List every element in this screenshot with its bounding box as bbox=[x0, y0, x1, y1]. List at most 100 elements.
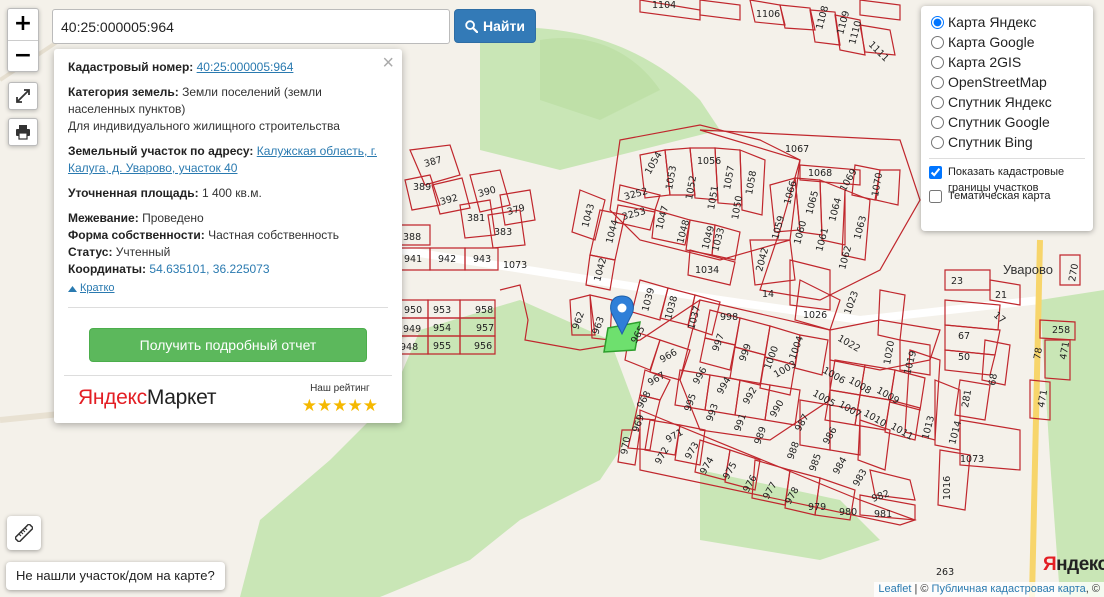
svg-text:955: 955 bbox=[433, 341, 451, 352]
base-layer-list: Карта Яндекс Карта Google Карта 2GIS OpenSt… bbox=[929, 12, 1085, 152]
collapse-link[interactable]: Кратко bbox=[68, 280, 115, 297]
svg-text:23: 23 bbox=[951, 276, 963, 287]
svg-text:68: 68 bbox=[987, 373, 1000, 387]
layer-option[interactable]: Карта 2GIS bbox=[929, 52, 1085, 72]
rating-block: Наш рейтинг ★★★★★ bbox=[302, 380, 378, 415]
layer-radio[interactable] bbox=[931, 95, 944, 109]
svg-text:50: 50 bbox=[958, 352, 970, 363]
svg-text:1073: 1073 bbox=[503, 260, 527, 271]
svg-text:941: 941 bbox=[404, 254, 422, 265]
cadastral-borders-toggle[interactable]: Показать кадастровые границы участков bbox=[929, 164, 1085, 194]
svg-text:388: 388 bbox=[403, 232, 421, 243]
ownership-label: Форма собственности: bbox=[68, 228, 205, 242]
ruler-icon bbox=[15, 524, 33, 542]
pkk-link[interactable]: Публичная кадастровая карта bbox=[932, 583, 1086, 595]
not-found-button[interactable]: Не нашли участок/дом на карте? bbox=[6, 562, 225, 590]
detailed-report-button[interactable]: Получить подробный отчет bbox=[89, 328, 367, 362]
cadastral-label: Кадастровый номер: bbox=[68, 60, 194, 74]
layer-radio[interactable] bbox=[931, 75, 944, 89]
layer-option-label: Карта Google bbox=[948, 34, 1035, 50]
area-value: 1 400 кв.м. bbox=[201, 186, 262, 200]
zoom-control: + − bbox=[7, 8, 39, 72]
layer-radio[interactable] bbox=[931, 135, 944, 149]
zoom-out-button[interactable]: − bbox=[8, 40, 38, 71]
zoom-in-button[interactable]: + bbox=[8, 9, 38, 40]
rating-label: Наш рейтинг bbox=[310, 383, 370, 394]
cadastral-number-link[interactable]: 40:25:000005:964 bbox=[197, 60, 294, 74]
status-label: Статус: bbox=[68, 245, 113, 259]
svg-text:258: 258 bbox=[1052, 325, 1070, 336]
coords-value: 54.635101, 36.225073 bbox=[149, 262, 270, 276]
fullscreen-button[interactable] bbox=[8, 82, 38, 110]
layer-radio[interactable] bbox=[931, 115, 944, 129]
category-label: Категория земель: bbox=[68, 85, 179, 99]
search-input[interactable] bbox=[52, 9, 450, 44]
measure-button[interactable] bbox=[7, 516, 41, 550]
svg-text:1056: 1056 bbox=[697, 156, 721, 167]
svg-text:389: 389 bbox=[413, 182, 431, 193]
svg-text:949: 949 bbox=[403, 324, 421, 335]
layer-radio[interactable] bbox=[931, 15, 944, 29]
survey-label: Межевание: bbox=[68, 211, 139, 225]
svg-text:1034: 1034 bbox=[695, 265, 719, 276]
layer-option-label: Карта 2GIS bbox=[948, 54, 1022, 70]
yandex-market-ad[interactable]: ЯндексМаркет Наш рейтинг ★★★★★ bbox=[64, 375, 392, 419]
svg-text:1073: 1073 bbox=[960, 454, 984, 465]
rating-stars-icon: ★★★★★ bbox=[301, 396, 378, 415]
area-label: Уточненная площадь: bbox=[68, 186, 199, 200]
triangle-up-icon bbox=[68, 285, 77, 292]
survey-value: Проведено bbox=[142, 211, 204, 225]
print-icon bbox=[16, 125, 30, 140]
thematic-map-checkbox[interactable] bbox=[929, 190, 942, 203]
svg-text:980: 980 bbox=[839, 507, 857, 518]
attribution-separator: | © bbox=[911, 583, 932, 595]
layer-option[interactable]: Спутник Google bbox=[929, 112, 1085, 132]
leaflet-link[interactable]: Leaflet bbox=[878, 583, 911, 595]
svg-text:383: 383 bbox=[494, 227, 512, 238]
layer-option-label: Спутник Bing bbox=[948, 134, 1033, 150]
ownership-value: Частная собственность bbox=[208, 228, 340, 242]
usage-value: Для индивидуального жилищного строительс… bbox=[68, 119, 340, 133]
thematic-map-label: Тематическая карта bbox=[948, 190, 1051, 202]
coords-label: Координаты: bbox=[68, 262, 147, 276]
svg-text:998: 998 bbox=[720, 312, 738, 323]
svg-text:14: 14 bbox=[762, 289, 774, 300]
layer-option-label: Карта Яндекс bbox=[948, 14, 1037, 30]
parcel-info-popup: × Кадастровый номер: 40:25:000005:964 Ка… bbox=[54, 49, 402, 423]
layer-option[interactable]: Карта Яндекс bbox=[929, 12, 1085, 32]
address-label: Земельный участок по адресу: bbox=[68, 144, 254, 158]
search-icon bbox=[465, 19, 479, 33]
layer-option[interactable]: Спутник Яндекс bbox=[929, 92, 1085, 112]
layer-option[interactable]: Спутник Bing bbox=[929, 132, 1085, 152]
layer-radio[interactable] bbox=[931, 55, 944, 69]
svg-text:981: 981 bbox=[874, 509, 892, 520]
print-button[interactable] bbox=[8, 118, 38, 146]
svg-text:948: 948 bbox=[400, 342, 418, 353]
layer-switcher: Карта Яндекс Карта Google Карта 2GIS OpenSt… bbox=[921, 6, 1093, 231]
status-value: Учтенный bbox=[115, 245, 171, 259]
yandex-logo: Яндекс bbox=[1043, 554, 1104, 575]
village-label: Уварово bbox=[1003, 262, 1053, 277]
layer-option-label: Спутник Google bbox=[948, 114, 1050, 130]
layer-option[interactable]: OpenStreetMap bbox=[929, 72, 1085, 92]
cadastral-borders-checkbox[interactable] bbox=[929, 166, 942, 179]
svg-text:957: 957 bbox=[476, 323, 494, 334]
layer-radio[interactable] bbox=[931, 35, 944, 49]
svg-text:1067: 1067 bbox=[785, 144, 809, 155]
search-button-label: Найти bbox=[483, 18, 525, 34]
svg-text:942: 942 bbox=[438, 254, 456, 265]
attribution-tail: , © bbox=[1085, 583, 1100, 595]
svg-text:263: 263 bbox=[936, 567, 954, 578]
fullscreen-icon bbox=[16, 89, 30, 103]
popup-close-button[interactable]: × bbox=[382, 53, 394, 73]
svg-text:956: 956 bbox=[474, 341, 492, 352]
svg-text:953: 953 bbox=[433, 305, 451, 316]
svg-text:1106: 1106 bbox=[756, 9, 780, 20]
svg-text:21: 21 bbox=[995, 290, 1007, 301]
layer-option[interactable]: Карта Google bbox=[929, 32, 1085, 52]
layer-option-label: OpenStreetMap bbox=[948, 74, 1047, 90]
search-button[interactable]: Найти bbox=[454, 9, 536, 43]
yandex-market-logo: ЯндексМаркет bbox=[78, 385, 217, 409]
layer-option-label: Спутник Яндекс bbox=[948, 94, 1052, 110]
svg-text:67: 67 bbox=[958, 331, 970, 342]
